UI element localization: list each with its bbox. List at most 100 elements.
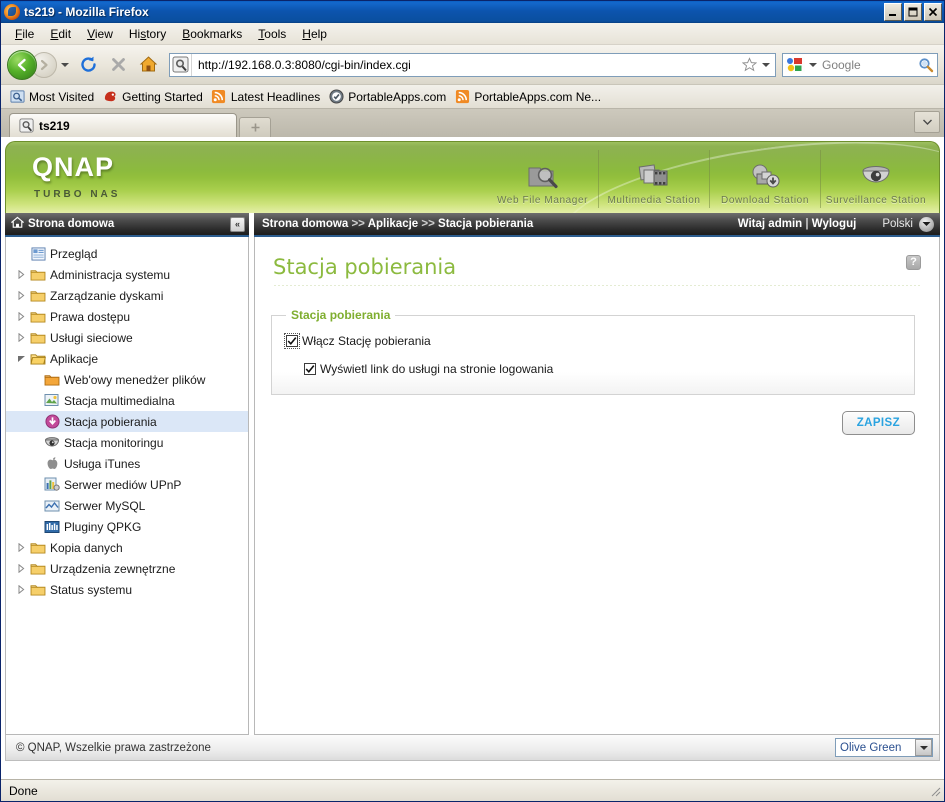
bookmark-getting-started[interactable]: Getting Started (100, 89, 209, 105)
app-surveillance-station[interactable]: Surveillance Station (820, 150, 931, 208)
sidebar-item-label: Zarządzanie dyskami (50, 288, 164, 303)
folder-icon (28, 541, 48, 554)
sidebar-item-stacja-monitoringu[interactable]: Stacja monitoringu (6, 432, 248, 453)
bookmark-latest-headlines[interactable]: Latest Headlines (209, 89, 326, 105)
bookmark-most-visited[interactable]: Most Visited (7, 89, 100, 105)
reload-button[interactable] (75, 52, 101, 78)
enable-download-station-checkbox[interactable] (284, 333, 300, 349)
breadcrumb-item-1[interactable]: Aplikacje (368, 218, 419, 230)
menu-bookmarks[interactable]: Bookmarks (174, 25, 250, 43)
qnap-logo[interactable]: QNAP TURBO NAS (32, 152, 120, 200)
most-visited-icon (9, 89, 25, 105)
google-logo-icon[interactable] (785, 56, 807, 73)
url-text[interactable]: http://192.168.0.3:8080/cgi-bin/index.cg… (192, 58, 739, 72)
chevron-right-icon[interactable] (14, 585, 28, 594)
sidebar-item-urzadzenia-zewnetrzne[interactable]: Urządzenia zewnętrzne (6, 558, 248, 579)
folder-icon (28, 310, 48, 323)
list-all-tabs-button[interactable] (914, 111, 940, 133)
download-icon (748, 159, 782, 195)
window-resize-handle[interactable] (928, 784, 942, 798)
sidebar-item-kopia-danych[interactable]: Kopia danych (6, 537, 248, 558)
search-bar[interactable]: Google (782, 52, 938, 77)
sidebar-item-administracja-systemu[interactable]: Administracja systemu (6, 264, 248, 285)
stop-button[interactable] (105, 52, 131, 78)
sidebar-item-label: Stacja monitoringu (64, 435, 164, 450)
home-button[interactable] (135, 52, 161, 78)
copyright-text: © QNAP, Wszelkie prawa zastrzeżone (16, 741, 211, 754)
sidebar-header: Strona domowa « (5, 213, 249, 237)
search-icon[interactable] (915, 57, 937, 73)
search-engine-dropdown-icon[interactable] (808, 62, 818, 68)
language-label[interactable]: Polski (882, 218, 913, 230)
new-tab-button[interactable] (239, 117, 271, 137)
menu-help[interactable]: Help (294, 25, 335, 43)
maximize-button[interactable] (904, 3, 922, 21)
show-link-on-login-row[interactable]: Wyświetl link do usługi na stronie logow… (304, 362, 900, 376)
help-button[interactable]: ? (906, 255, 921, 270)
sidebar-item-serwer-mysql[interactable]: Serwer MySQL (6, 495, 248, 516)
sidebar-item-uslugi-sieciowe[interactable]: Usługi sieciowe (6, 327, 248, 348)
minimize-button[interactable] (884, 3, 902, 21)
show-link-on-login-checkbox[interactable] (304, 363, 316, 375)
chevron-right-icon[interactable] (14, 270, 28, 279)
chevron-right-icon[interactable] (14, 564, 28, 573)
bookmark-star-icon[interactable] (739, 57, 759, 72)
menu-view[interactable]: View (79, 25, 121, 43)
search-input[interactable]: Google (818, 58, 915, 72)
menu-tools[interactable]: Tools (250, 25, 294, 43)
breadcrumb-item-2: Stacja pobierania (438, 218, 534, 230)
sidebar-item-stacja-multimedialna[interactable]: Stacja multimedialna (6, 390, 248, 411)
sidebar-item-label: Urządzenia zewnętrzne (50, 561, 176, 576)
chevron-right-icon[interactable] (14, 543, 28, 552)
back-button[interactable] (7, 49, 37, 80)
tab-ts219[interactable]: ts219 (9, 113, 237, 137)
bookmarks-toolbar: Most Visited Getting Started Latest Head… (1, 85, 944, 109)
sidebar-item-przeglad[interactable]: Przegląd (6, 243, 248, 264)
sidebar-item-label: Web'owy menedżer plików (64, 372, 206, 387)
sidebar-item-prawa-dostepu[interactable]: Prawa dostępu (6, 306, 248, 327)
logout-link[interactable]: Wyloguj (812, 218, 857, 230)
back-history-dropdown[interactable] (59, 62, 71, 68)
user-greeting: Witaj admin | Wyloguj (738, 218, 857, 230)
theme-select[interactable]: Olive Green (835, 738, 933, 757)
url-dropdown-icon[interactable] (759, 62, 773, 68)
sidebar-item-usluga-itunes[interactable]: Usługa iTunes (6, 453, 248, 474)
sidebar-item-stacja-pobierania[interactable]: Stacja pobierania (6, 411, 248, 432)
sidebar-item-label: Usługi sieciowe (50, 330, 133, 345)
close-button[interactable] (924, 3, 942, 21)
chevron-right-icon[interactable] (14, 312, 28, 321)
sidebar-item-webowy-menadzer-plikow[interactable]: Web'owy menedżer plików (6, 369, 248, 390)
window-title: ts219 - Mozilla Firefox (24, 5, 149, 19)
app-download-station[interactable]: Download Station (709, 150, 820, 208)
sidebar-item-aplikacje[interactable]: Aplikacje (6, 348, 248, 369)
url-bar[interactable]: http://192.168.0.3:8080/cgi-bin/index.cg… (169, 52, 776, 77)
menu-history[interactable]: History (121, 25, 174, 43)
collapse-sidebar-button[interactable]: « (230, 216, 245, 232)
site-identity-icon[interactable] (170, 53, 192, 76)
chevron-down-icon[interactable] (919, 216, 934, 232)
chevron-right-icon[interactable] (14, 333, 28, 342)
app-multimedia-station[interactable]: Multimedia Station (598, 150, 709, 208)
home-link[interactable]: Strona domowa (10, 216, 230, 232)
sidebar-item-status-systemu[interactable]: Status systemu (6, 579, 248, 600)
bookmark-portableapps[interactable]: PortableApps.com (326, 89, 452, 105)
sidebar-item-zarzadzanie-dyskami[interactable]: Zarządzanie dyskami (6, 285, 248, 306)
sidebar-item-pluginy-qpkg[interactable]: Pluginy QPKG (6, 516, 248, 537)
bookmark-portableapps-news[interactable]: PortableApps.com Ne... (452, 89, 607, 105)
chevron-right-icon[interactable] (14, 291, 28, 300)
sidebar-item-label: Usługa iTunes (64, 456, 141, 471)
app-web-file-manager[interactable]: Web File Manager (487, 150, 598, 208)
qnap-brand-text: QNAP (32, 152, 115, 182)
breadcrumb-item-0[interactable]: Strona domowa (262, 218, 348, 230)
menu-file[interactable]: FFileile (7, 25, 42, 43)
chevron-down-icon[interactable] (915, 739, 932, 756)
breadcrumb-separator: >> (421, 218, 435, 230)
enable-download-station-row[interactable]: Włącz Stację pobierania (284, 333, 900, 349)
rss-feed-icon (454, 89, 470, 105)
back-forward-group (7, 49, 71, 80)
triangle-down-icon[interactable] (14, 355, 28, 363)
sidebar-item-serwer-mediow-upnp[interactable]: Serwer mediów UPnP (6, 474, 248, 495)
save-button[interactable]: ZAPISZ (841, 411, 915, 435)
app-label: Download Station (721, 195, 809, 206)
menu-edit[interactable]: Edit (42, 25, 79, 43)
